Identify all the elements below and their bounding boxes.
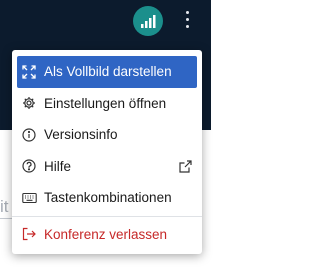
menu-item-fullscreen[interactable]: Als Vollbild darstellen [17,56,197,88]
more-options-menu: Als Vollbild darstellen Einstellungen öf… [12,50,202,254]
menu-item-label: Versionsinfo [44,127,118,143]
menu-item-label: Konferenz verlassen [44,226,168,242]
menu-item-help[interactable]: Hilfe [17,151,197,183]
external-link-icon [178,159,193,177]
connection-status-button[interactable] [133,6,163,36]
more-vertical-icon[interactable] [182,8,194,32]
menu-separator [12,215,202,217]
background-text-fragment: it [0,197,9,216]
menu-item-label: Einstellungen öffnen [44,95,167,111]
gear-icon [22,96,44,110]
menu-item-version-info[interactable]: Versionsinfo [17,119,197,151]
menu-item-label: Hilfe [44,158,72,174]
menu-item-leave-conference[interactable]: Konferenz verlassen [17,219,197,251]
menu-item-shortcuts[interactable]: Tastenkombinationen [17,182,197,214]
logout-icon [22,227,44,241]
signal-bars-icon [141,15,156,28]
menu-item-settings[interactable]: Einstellungen öffnen [17,88,197,120]
keyboard-icon [22,192,44,204]
menu-item-label: Tastenkombinationen [44,190,172,206]
info-icon [22,128,44,142]
fullscreen-icon [22,65,44,79]
help-icon [22,159,44,173]
menu-item-label: Als Vollbild darstellen [44,64,172,80]
